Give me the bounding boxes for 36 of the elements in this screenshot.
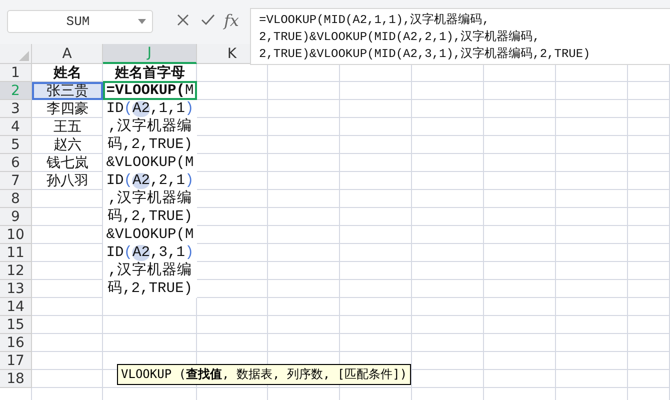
row-header[interactable]: 15 — [0, 316, 32, 334]
caret-icon — [138, 19, 146, 24]
row-header[interactable]: 13 — [0, 280, 32, 298]
column-title-cell-text: 姓名首字母 — [114, 64, 186, 82]
row-header[interactable]: 10 — [0, 226, 32, 244]
row-header[interactable]: 3 — [0, 100, 32, 118]
cancel-icon[interactable] — [177, 14, 189, 26]
column-header[interactable]: A — [32, 44, 103, 64]
column-header[interactable]: K — [197, 44, 250, 64]
row-header[interactable]: 6 — [0, 154, 32, 172]
triangle-icon — [19, 51, 29, 61]
row-header[interactable]: 16 — [0, 334, 32, 352]
row-header[interactable]: 4 — [0, 118, 32, 136]
selected-cell[interactable]: 张三贵 — [32, 82, 103, 100]
table-cell-text: 钱七岚 — [46, 154, 90, 172]
row-header[interactable]: 18 — [0, 370, 32, 388]
row-header[interactable]: 17 — [0, 352, 32, 370]
cell-editor-text[interactable]: =VLOOKUP(MID(A2,1,1) ,汉字机器编码,2,TRUE)&VLOOKUP(MID(A2,2,1) ,汉字机器编码,2,TRUE)&VLOOKUP(MID(A2,3,1) ,汉字机器编码,2,TRUE) — [103, 81, 197, 298]
table-cell-text: 王五 — [52, 118, 82, 136]
row-header[interactable]: 14 — [0, 298, 32, 316]
row-header[interactable]: 12 — [0, 262, 32, 280]
row-header[interactable]: 1 — [0, 64, 32, 82]
function-tooltip: VLOOKUP (查找值, 数据表, 列序数, [匹配条件]) — [117, 364, 412, 385]
table-cell-text: 李四豪 — [46, 100, 90, 118]
row-header[interactable]: 7 — [0, 172, 32, 190]
row-header[interactable]: 9 — [0, 208, 32, 226]
formula-bar[interactable]: =VLOOKUP(MID(A2,1,1),汉字机器编码, 2,TRUE)&VLOOKUP(MID(A2,2,1),汉字机器编码, 2,TRUE)&VLOOKUP(MID(A2,3,1),汉字机器编码,2,TRUE) — [250, 8, 670, 65]
row-header[interactable]: 8 — [0, 190, 32, 208]
table-cell-text: 赵六 — [52, 136, 82, 154]
row-header[interactable]: 5 — [0, 136, 32, 154]
insert-function-button[interactable]: fx — [224, 11, 239, 30]
checkmark-icon[interactable] — [201, 14, 215, 26]
row-header[interactable]: 11 — [0, 244, 32, 262]
table-cell-text: 孙八羽 — [46, 172, 90, 190]
name-box[interactable]: SUM — [7, 10, 153, 33]
column-title-cell-text: 姓名 — [52, 64, 82, 82]
